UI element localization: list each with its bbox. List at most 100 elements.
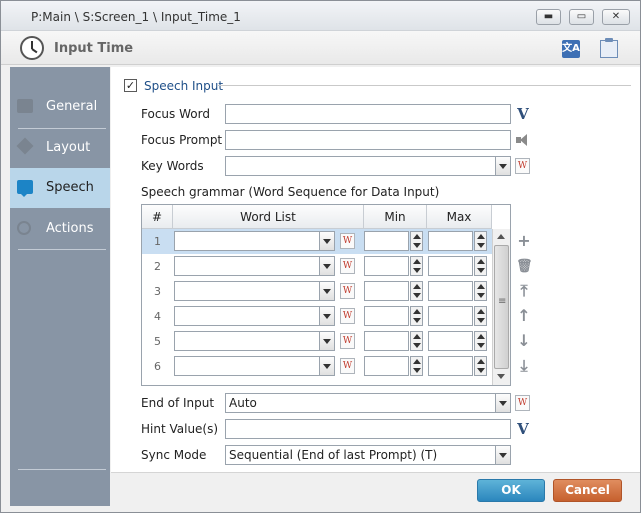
word-list-dropdown[interactable] <box>174 256 335 276</box>
speaker-icon[interactable] <box>515 133 533 147</box>
focus-prompt-input[interactable] <box>225 130 511 150</box>
max-stepper[interactable] <box>474 306 487 326</box>
speech-input-checkbox[interactable]: ✓ <box>124 79 137 92</box>
chevron-down-icon[interactable] <box>319 257 334 275</box>
end-of-input-label: End of Input <box>141 396 215 410</box>
min-stepper[interactable] <box>410 256 423 276</box>
move-top-icon[interactable]: ⤒ <box>516 283 532 299</box>
table-row[interactable]: 3 W <box>142 279 492 304</box>
word-list-icon[interactable]: W <box>515 158 530 174</box>
row-number: 6 <box>154 360 161 373</box>
min-stepper[interactable] <box>410 356 423 376</box>
dialog-header: Input Time 文A <box>1 31 640 65</box>
word-list-dropdown[interactable] <box>174 231 335 251</box>
move-bottom-icon[interactable]: ⤓ <box>516 358 532 374</box>
clipboard-icon[interactable] <box>600 38 618 58</box>
min-stepper[interactable] <box>410 331 423 351</box>
general-icon <box>17 99 33 113</box>
min-input[interactable] <box>364 231 409 251</box>
sidebar-item-actions[interactable]: Actions <box>10 209 110 249</box>
table-row[interactable]: 1 W <box>142 229 492 254</box>
variable-icon[interactable]: V <box>515 421 531 437</box>
max-input[interactable] <box>428 356 473 376</box>
word-list-dropdown[interactable] <box>174 306 335 326</box>
chevron-down-icon[interactable] <box>319 307 334 325</box>
table-row[interactable]: 2 W <box>142 254 492 279</box>
min-input[interactable] <box>364 256 409 276</box>
max-input[interactable] <box>428 306 473 326</box>
min-input[interactable] <box>364 306 409 326</box>
row-number: 5 <box>154 335 161 348</box>
sidebar-item-layout[interactable]: Layout <box>10 128 110 168</box>
word-list-icon[interactable]: W <box>340 258 355 274</box>
chevron-down-icon[interactable] <box>319 282 334 300</box>
add-row-icon[interactable]: + <box>516 233 532 249</box>
min-input[interactable] <box>364 331 409 351</box>
word-list-icon[interactable]: W <box>515 395 530 411</box>
grammar-title: Speech grammar (Word Sequence for Data I… <box>141 185 440 199</box>
min-stepper[interactable] <box>410 281 423 301</box>
layout-icon <box>16 137 34 155</box>
word-list-icon[interactable]: W <box>340 333 355 349</box>
row-number: 1 <box>154 235 161 248</box>
ok-button[interactable]: OK <box>477 479 545 502</box>
chevron-down-icon[interactable] <box>319 332 334 350</box>
scroll-up-icon[interactable] <box>493 229 510 245</box>
word-list-icon[interactable]: W <box>340 358 355 374</box>
scroll-thumb[interactable] <box>494 245 509 369</box>
max-stepper[interactable] <box>474 331 487 351</box>
table-row[interactable]: 4 W <box>142 304 492 329</box>
sidebar: General Layout Speech Actions <box>10 67 110 506</box>
min-stepper[interactable] <box>410 306 423 326</box>
row-number: 3 <box>154 285 161 298</box>
actions-icon <box>17 221 31 235</box>
table-row[interactable]: 5 W <box>142 329 492 354</box>
chevron-down-icon[interactable] <box>495 446 510 464</box>
max-stepper[interactable] <box>474 281 487 301</box>
move-up-icon[interactable]: ↑ <box>516 308 532 324</box>
sidebar-item-label: General <box>46 99 98 114</box>
sidebar-item-speech[interactable]: Speech <box>10 168 110 208</box>
sync-mode-dropdown[interactable]: Sequential (End of last Prompt) (T) <box>225 445 511 465</box>
table-scrollbar[interactable] <box>492 229 510 385</box>
maximize-button[interactable]: ▭ <box>569 9 594 25</box>
word-list-dropdown[interactable] <box>174 356 335 376</box>
max-stepper[interactable] <box>474 356 487 376</box>
word-list-icon[interactable]: W <box>340 283 355 299</box>
chevron-down-icon[interactable] <box>319 357 334 375</box>
word-list-dropdown[interactable] <box>174 331 335 351</box>
variable-icon[interactable]: V <box>515 106 531 122</box>
max-stepper[interactable] <box>474 231 487 251</box>
min-input[interactable] <box>364 281 409 301</box>
cancel-button[interactable]: Cancel <box>553 479 622 502</box>
column-header-word-list: Word List <box>173 205 364 229</box>
max-stepper[interactable] <box>474 256 487 276</box>
min-input[interactable] <box>364 356 409 376</box>
key-words-label: Key Words <box>141 159 204 173</box>
scroll-down-icon[interactable] <box>493 369 510 385</box>
dropdown-value: Auto <box>229 396 257 410</box>
chevron-down-icon[interactable] <box>495 394 510 412</box>
max-input[interactable] <box>428 281 473 301</box>
end-of-input-dropdown[interactable]: Auto <box>225 393 511 413</box>
hint-value-input[interactable] <box>225 419 511 439</box>
word-list-icon[interactable]: W <box>340 308 355 324</box>
table-row[interactable]: 6 W <box>142 354 492 379</box>
close-button[interactable]: ✕ <box>602 9 630 25</box>
max-input[interactable] <box>428 256 473 276</box>
chevron-down-icon[interactable] <box>319 232 334 250</box>
min-stepper[interactable] <box>410 231 423 251</box>
word-list-icon[interactable]: W <box>340 233 355 249</box>
move-down-icon[interactable]: ↓ <box>516 333 532 349</box>
translate-icon[interactable]: 文A <box>562 40 580 58</box>
max-input[interactable] <box>428 331 473 351</box>
focus-word-input[interactable] <box>225 104 511 124</box>
max-input[interactable] <box>428 231 473 251</box>
column-header-min: Min <box>364 205 427 229</box>
delete-row-icon[interactable]: 🗑 <box>516 259 533 275</box>
sidebar-item-general[interactable]: General <box>10 87 110 127</box>
word-list-dropdown[interactable] <box>174 281 335 301</box>
chevron-down-icon[interactable] <box>495 157 510 175</box>
key-words-dropdown[interactable] <box>225 156 511 176</box>
minimize-button[interactable]: ▬ <box>536 9 561 25</box>
